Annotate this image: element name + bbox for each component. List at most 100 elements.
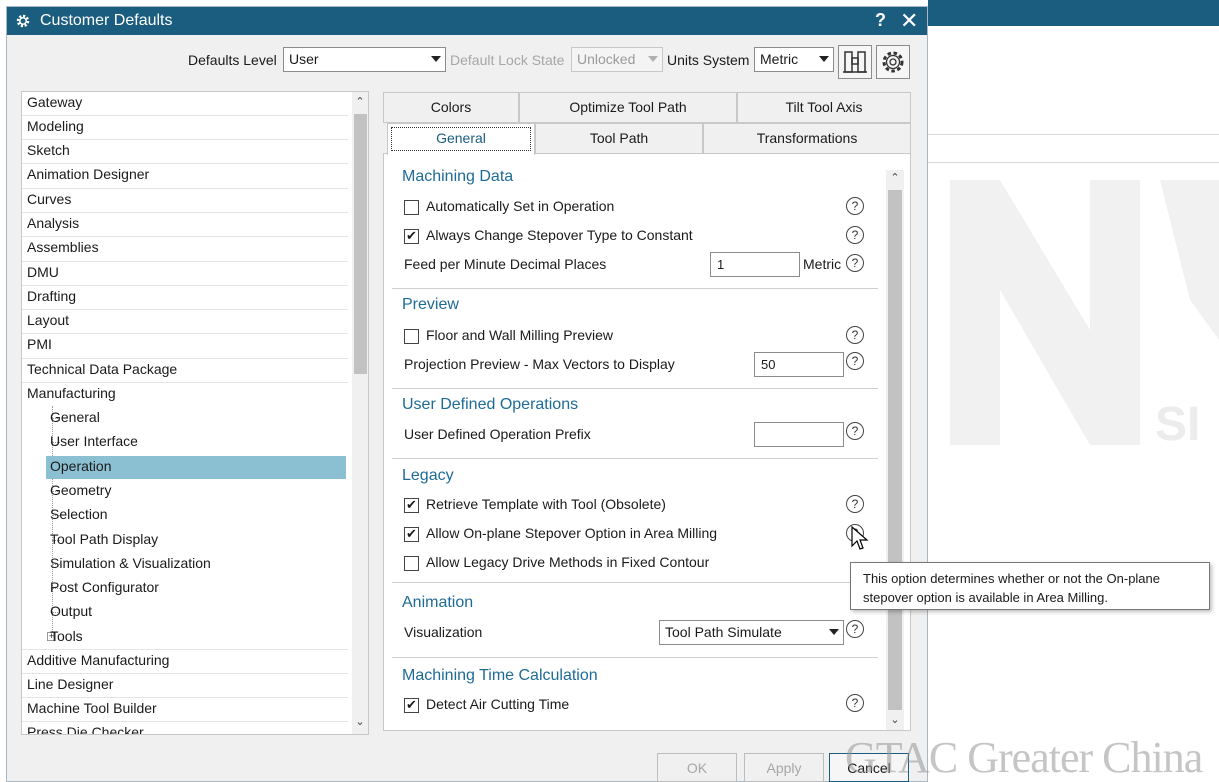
settings-button[interactable] (876, 45, 910, 79)
tree-item-modeling[interactable]: Modeling (22, 116, 348, 139)
defaults-level-label: Defaults Level (188, 52, 277, 68)
section-title-animation: Animation (402, 594, 474, 611)
background-app-titlebar (928, 0, 1219, 26)
tab-general[interactable]: General (387, 123, 535, 155)
tree-item-layout[interactable]: Layout (22, 310, 348, 333)
tab-tool-path[interactable]: Tool Path (535, 123, 703, 154)
udo-prefix-label: User Defined Operation Prefix (404, 426, 591, 442)
tab-tilt-tool-axis[interactable]: Tilt Tool Axis (737, 92, 911, 123)
tree-item-dmu[interactable]: DMU (22, 262, 348, 285)
tree-item-animation-designer[interactable]: Animation Designer (22, 164, 348, 187)
tree-item-sketch[interactable]: Sketch (22, 140, 348, 163)
help-question-icon[interactable]: ? (846, 326, 864, 344)
tree-item-gateway[interactable]: Gateway (22, 92, 348, 115)
tree-item-line-designer[interactable]: Line Designer (22, 674, 348, 697)
tree-item-analysis[interactable]: Analysis (22, 213, 348, 236)
category-tree: Gateway Modeling Sketch Animation Design… (21, 91, 369, 735)
ok-button[interactable]: OK (657, 753, 737, 782)
tree-item-additive-manufacturing[interactable]: Additive Manufacturing (22, 650, 348, 673)
detect-air-cutting-checkbox[interactable]: ✔ (404, 698, 419, 713)
gear-icon (16, 14, 30, 28)
help-question-icon[interactable]: ? (846, 694, 864, 712)
dialog-titlebar: Customer Defaults ? ✕ (7, 7, 927, 35)
help-question-icon[interactable]: ? (846, 254, 864, 272)
tree-item-simulation-visualization[interactable]: Simulation & Visualization (22, 553, 348, 576)
tree-item-manufacturing[interactable]: Manufacturing (22, 383, 348, 406)
tree-item-tool-path-display[interactable]: Tool Path Display (22, 529, 348, 552)
allow-legacy-drive-checkbox[interactable] (404, 556, 419, 571)
tree-item-press-die-checker[interactable]: Press Die Checker (22, 722, 348, 734)
chevron-down-icon (829, 629, 839, 635)
retrieve-template-label: Retrieve Template with Tool (Obsolete) (426, 496, 666, 512)
projection-preview-label: Projection Preview - Max Vectors to Disp… (404, 356, 675, 372)
retrieve-template-checkbox[interactable]: ✔ (404, 498, 419, 513)
allow-legacy-drive-label: Allow Legacy Drive Methods in Fixed Cont… (426, 554, 710, 570)
tree-scrollbar-thumb[interactable] (354, 114, 367, 374)
tab-colors[interactable]: Colors (383, 92, 519, 123)
tab-optimize-tool-path[interactable]: Optimize Tool Path (519, 92, 737, 123)
tree-item-curves[interactable]: Curves (22, 189, 348, 212)
feed-decimal-input[interactable]: 1 (710, 252, 800, 277)
chevron-down-icon[interactable]: ⌄ (887, 712, 903, 728)
watermark-text: GTAC Greater China (845, 733, 1203, 782)
floor-wall-preview-checkbox[interactable] (404, 329, 419, 344)
visualization-label: Visualization (404, 624, 483, 640)
tooltip-line-1: This option determines whether or not th… (863, 571, 1161, 586)
udo-prefix-input[interactable] (754, 422, 844, 447)
projection-preview-input[interactable]: 50 (754, 352, 844, 377)
tree-item-machine-tool-builder[interactable]: Machine Tool Builder (22, 698, 348, 721)
tree-item-post-configurator[interactable]: Post Configurator (22, 577, 348, 600)
chevron-up-icon[interactable]: ⌃ (352, 94, 368, 110)
settings-scrollbar-thumb[interactable] (888, 190, 902, 710)
tree-item-selection[interactable]: Selection (22, 504, 348, 527)
background-divider (928, 162, 1219, 163)
defaults-level-select[interactable]: User (283, 47, 446, 72)
units-system-value: Metric (760, 51, 799, 67)
gear-icon (882, 51, 904, 73)
background-logo-watermark: SI (950, 180, 1219, 450)
tree-item-technical-data-package[interactable]: Technical Data Package (22, 359, 348, 382)
help-question-icon[interactable]: ? (846, 197, 864, 215)
help-question-icon[interactable]: ? (846, 620, 864, 638)
section-title-machining-data: Machining Data (402, 168, 514, 185)
apply-button[interactable]: Apply (744, 753, 824, 782)
svg-text:SI: SI (1155, 398, 1200, 450)
help-question-icon[interactable]: ? (846, 352, 864, 370)
chevron-up-icon[interactable]: ⌃ (887, 170, 903, 186)
help-button[interactable]: ? (875, 10, 886, 31)
always-change-stepover-label: Always Change Stepover Type to Constant (426, 227, 693, 243)
section-title-preview: Preview (402, 296, 459, 313)
tree-item-drafting[interactable]: Drafting (22, 286, 348, 309)
tab-transformations[interactable]: Transformations (703, 123, 911, 154)
chevron-down-icon (819, 56, 829, 62)
tree-item-general[interactable]: General (22, 407, 348, 430)
lock-state-select[interactable]: Unlocked (571, 47, 663, 72)
close-button[interactable]: ✕ (900, 8, 918, 34)
find-button[interactable] (838, 45, 872, 79)
tree-item-tools[interactable]: Tools (22, 626, 348, 649)
visualization-select[interactable]: Tool Path Simulate (659, 620, 844, 645)
chevron-down-icon[interactable]: ⌄ (352, 714, 368, 730)
tree-item-output[interactable]: Output (22, 601, 348, 624)
allow-onplane-label: Allow On-plane Stepover Option in Area M… (426, 525, 718, 541)
help-question-icon[interactable]: ? (846, 226, 864, 244)
tree-item-pmi[interactable]: PMI (22, 334, 348, 357)
binoculars-icon (843, 51, 867, 73)
tree-item-geometry[interactable]: Geometry (22, 480, 348, 503)
chevron-down-icon (648, 56, 658, 62)
section-title-user-defined-operations: User Defined Operations (402, 396, 579, 413)
background-divider (928, 134, 1219, 135)
units-system-select[interactable]: Metric (754, 47, 834, 72)
auto-set-checkbox[interactable] (404, 200, 419, 215)
feed-decimal-unit: Metric (803, 256, 842, 272)
settings-panel: Machining Data Automatically Set in Oper… (383, 153, 911, 731)
help-question-icon[interactable]: ? (846, 495, 864, 513)
allow-onplane-checkbox[interactable]: ✔ (404, 527, 419, 542)
tree-item-operation[interactable]: Operation (46, 456, 346, 479)
help-question-icon[interactable]: ? (846, 422, 864, 440)
section-divider (392, 458, 878, 459)
tree-item-user-interface[interactable]: User Interface (22, 431, 348, 454)
always-change-stepover-checkbox[interactable]: ✔ (404, 229, 419, 244)
tree-item-assemblies[interactable]: Assemblies (22, 237, 348, 260)
floor-wall-preview-label: Floor and Wall Milling Preview (426, 327, 613, 343)
